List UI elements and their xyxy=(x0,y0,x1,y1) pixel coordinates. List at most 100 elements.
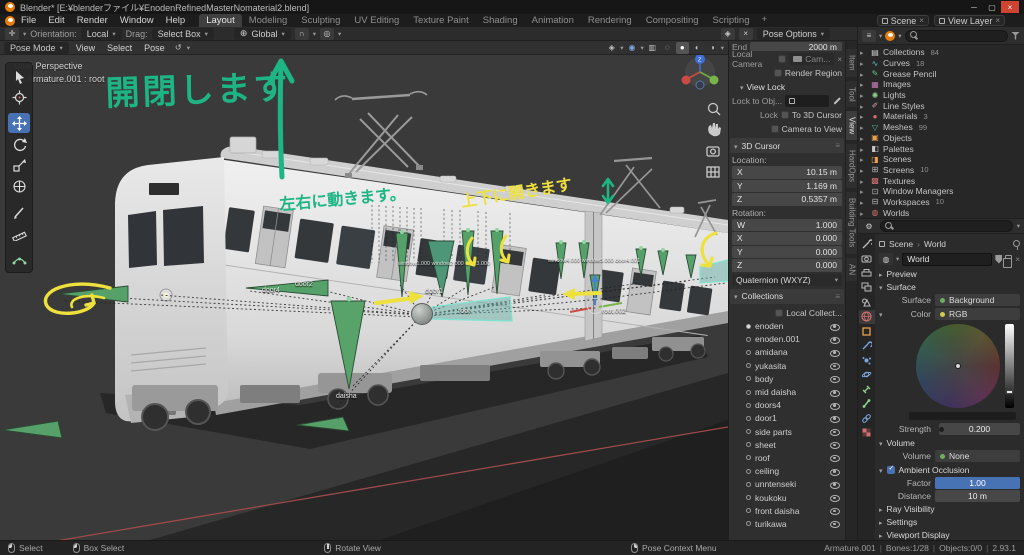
visibility-eye-icon[interactable] xyxy=(830,361,840,371)
color-input-button[interactable]: RGB xyxy=(935,308,1020,320)
tool-measure[interactable] xyxy=(8,223,30,243)
expand-arrow-icon[interactable] xyxy=(860,176,867,186)
expand-arrow-icon[interactable] xyxy=(860,47,867,57)
outliner-row[interactable]: ⊡ Window Managers xyxy=(860,186,1022,197)
visibility-eye-icon[interactable] xyxy=(830,414,840,423)
outliner-display-mode-dropdown[interactable]: ≡ xyxy=(862,29,876,42)
expand-arrow-icon[interactable] xyxy=(860,58,867,68)
expand-arrow-icon[interactable] xyxy=(860,165,867,175)
collection-row[interactable]: sheet xyxy=(732,438,842,451)
tab-compositing[interactable]: Compositing xyxy=(639,14,706,27)
drag-dropdown[interactable]: Select Box ▾ xyxy=(151,27,214,40)
breadcrumb-world[interactable]: World xyxy=(924,239,946,249)
color-expander[interactable] xyxy=(879,309,887,319)
shading-solid-icon[interactable]: ● xyxy=(675,41,689,54)
collapsed-panel-header[interactable]: Settings xyxy=(879,515,1020,528)
tab-scene-icon[interactable] xyxy=(859,295,875,310)
tab-tool-icon[interactable] xyxy=(859,237,875,252)
value-slider-handle[interactable] xyxy=(1005,390,1013,394)
transform-orientation-dropdown[interactable]: ⊕ Global ▾ xyxy=(233,27,291,40)
collection-row[interactable]: yukasita xyxy=(732,359,842,372)
local-collections-checkbox[interactable] xyxy=(775,308,784,317)
gizmos-icon[interactable]: ◈ xyxy=(605,42,618,54)
filter-icon[interactable] xyxy=(1011,31,1020,40)
clear-icon[interactable]: × xyxy=(738,27,753,40)
collapsed-panel-header[interactable]: Viewport Display xyxy=(879,528,1020,540)
unlink-view-layer-icon[interactable]: × xyxy=(995,16,1000,25)
minimize-button[interactable]: ─ xyxy=(965,1,983,13)
visibility-eye-icon[interactable] xyxy=(830,453,840,463)
collections-panel-header[interactable]: Collections ≡ xyxy=(730,288,844,304)
pose-bone-icon[interactable]: ◈ xyxy=(720,27,735,40)
outliner-row[interactable]: ▤ Collections 84 xyxy=(860,47,1022,58)
collection-row[interactable]: enoden.001 xyxy=(732,333,842,346)
close-button[interactable]: × xyxy=(1001,1,1019,13)
expand-arrow-icon[interactable] xyxy=(860,197,867,207)
collection-row[interactable]: koukoku xyxy=(732,491,842,504)
outliner-search-input[interactable] xyxy=(904,29,1008,42)
visibility-eye-icon[interactable] xyxy=(830,374,840,384)
visibility-eye-icon[interactable] xyxy=(830,506,840,516)
visibility-eye-icon[interactable] xyxy=(830,493,840,503)
tool-scale[interactable] xyxy=(8,155,30,175)
tab-texture-paint[interactable]: Texture Paint xyxy=(406,14,475,27)
viewport-menu-select[interactable]: Select xyxy=(102,43,137,53)
maximize-button[interactable]: ▢ xyxy=(983,1,1001,13)
sidebar-tab-tool[interactable]: Tool xyxy=(845,80,858,108)
world-browse-icon[interactable]: ◍ xyxy=(879,253,893,265)
preview-panel-header[interactable]: Preview xyxy=(879,267,1020,280)
sidebar-tab-hardops[interactable]: HardOps xyxy=(845,144,858,189)
tool-move[interactable] xyxy=(8,113,30,133)
visibility-eye-icon[interactable] xyxy=(830,519,840,529)
surface-shader-button[interactable]: Background xyxy=(935,294,1020,306)
tool-transform[interactable] xyxy=(8,176,30,196)
collection-row[interactable]: door1 xyxy=(732,412,842,425)
blender-file-mode-icon[interactable] xyxy=(885,30,896,41)
volume-panel-header[interactable]: Volume xyxy=(879,436,1020,449)
render-region-checkbox[interactable] xyxy=(773,69,782,77)
expand-arrow-icon[interactable] xyxy=(860,79,867,89)
outliner-row[interactable]: ⊟ Workspaces 10 xyxy=(860,197,1022,208)
sidebar-tab-an[interactable]: AN xyxy=(845,257,858,281)
tab-scripting[interactable]: Scripting xyxy=(706,14,757,27)
rotation-value-field[interactable]: W 1.000 xyxy=(732,218,842,231)
collection-row[interactable]: ceiling xyxy=(732,465,842,478)
tab-physics-icon[interactable] xyxy=(859,368,875,383)
factor-slider[interactable]: 1.00 xyxy=(935,476,1020,489)
tool-annotate[interactable] xyxy=(8,202,30,222)
outliner-row[interactable]: ● Materials 3 xyxy=(860,111,1022,122)
shading-rendered-icon[interactable]: ◑ xyxy=(706,42,719,54)
world-name-field[interactable]: World xyxy=(902,252,993,266)
scene-selector[interactable]: Scene × xyxy=(876,15,929,26)
collection-row[interactable]: front daisha xyxy=(732,504,842,517)
tab-particles-icon[interactable] xyxy=(859,353,875,368)
orientation-dropdown[interactable]: Local ▾ xyxy=(80,27,122,40)
expand-arrow-icon[interactable] xyxy=(860,154,867,164)
menu-render[interactable]: Render xyxy=(71,15,114,26)
outliner-row[interactable]: ◍ Worlds xyxy=(860,207,1022,218)
tab-sculpting[interactable]: Sculpting xyxy=(294,14,347,27)
sidebar-tab-building-tools[interactable]: Building Tools xyxy=(845,192,858,254)
visibility-eye-icon[interactable] xyxy=(830,388,840,397)
outliner-row[interactable]: ▩ Textures xyxy=(860,175,1022,186)
visibility-eye-icon[interactable] xyxy=(830,348,840,357)
expand-arrow-icon[interactable] xyxy=(860,186,867,196)
tab-output-icon[interactable] xyxy=(859,266,875,281)
tab-texture-icon[interactable] xyxy=(859,426,875,441)
outliner-row[interactable]: ◧ Palettes xyxy=(860,143,1022,154)
outliner-row[interactable]: ✺ Lights xyxy=(860,90,1022,101)
overlays-icon[interactable]: ◉ xyxy=(625,42,638,54)
transform-pivot-icon[interactable]: ↺ xyxy=(172,42,185,54)
menu-help[interactable]: Help xyxy=(160,15,192,26)
view-layer-selector[interactable]: View Layer × xyxy=(933,15,1005,26)
collection-row[interactable]: unntenseki xyxy=(732,478,842,491)
outliner-row[interactable]: ✎ Grease Pencil xyxy=(860,68,1022,79)
color-wheel[interactable] xyxy=(915,324,1000,408)
tab-bone-constraints-icon[interactable] xyxy=(859,411,875,426)
expand-arrow-icon[interactable] xyxy=(860,90,867,100)
visibility-eye-icon[interactable] xyxy=(830,480,840,489)
rotation-value-field[interactable]: Y 0.000 xyxy=(732,245,842,258)
unlink-icon[interactable]: × xyxy=(1015,255,1020,264)
outliner-row[interactable]: ▦ Images xyxy=(860,79,1022,90)
menu-file[interactable]: File xyxy=(15,15,42,26)
